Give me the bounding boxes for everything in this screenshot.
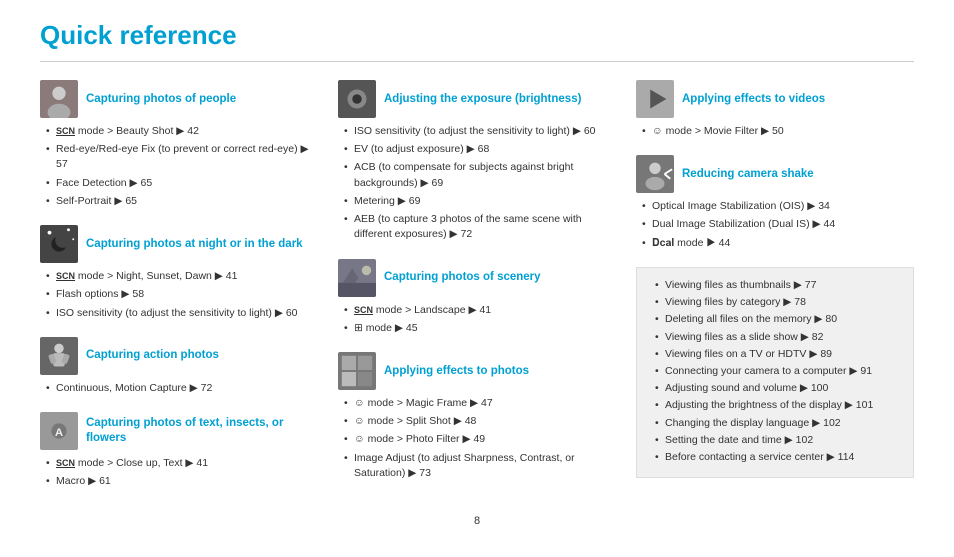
list-item: Optical Image Stabilization (OIS) ▶ 34: [642, 199, 914, 214]
list-item: ☺ mode > Photo Filter ▶ 49: [344, 432, 616, 447]
list-item: Face Detection ▶ 65: [46, 176, 318, 191]
column-1: Capturing photos of people SCN mode > Be…: [40, 80, 338, 505]
section-capturing-night: Capturing photos at night or in the dark…: [40, 225, 318, 321]
people-image: [40, 80, 78, 118]
section-header-effects-photos: Applying effects to photos: [338, 352, 616, 390]
list-item: Continuous, Motion Capture ▶ 72: [46, 381, 318, 396]
list-item: Before contacting a service center ▶ 114: [655, 450, 901, 465]
section-scenery: Capturing photos of scenery SCN mode > L…: [338, 259, 616, 336]
section-title-effects-photos: Applying effects to photos: [384, 364, 529, 379]
list-item: SCN mode > Landscape ▶ 41: [344, 303, 616, 318]
text-list: SCN mode > Close up, Text ▶ 41 Macro ▶ 6…: [40, 456, 318, 489]
section-exposure: Adjusting the exposure (brightness) ISO …: [338, 80, 616, 243]
section-header-camera-shake: Reducing camera shake: [636, 155, 914, 193]
exposure-list: ISO sensitivity (to adjust the sensitivi…: [338, 124, 616, 243]
section-capturing-action: Capturing action photos Continuous, Moti…: [40, 337, 318, 396]
info-box: Viewing files as thumbnails ▶ 77 Viewing…: [636, 267, 914, 478]
list-item: EV (to adjust exposure) ▶ 68: [344, 142, 616, 157]
list-item: ☺ mode > Split Shot ▶ 48: [344, 414, 616, 429]
section-effects-photos: Applying effects to photos ☺ mode > Magi…: [338, 352, 616, 481]
night-image: [40, 225, 78, 263]
list-item: Dual Image Stabilization (Dual IS) ▶ 44: [642, 217, 914, 232]
divider: [40, 61, 914, 62]
column-3: Applying effects to videos ☺ mode > Movi…: [636, 80, 914, 505]
section-title-night: Capturing photos at night or in the dark: [86, 237, 303, 252]
list-item: Flash options ▶ 58: [46, 287, 318, 302]
list-item: Macro ▶ 61: [46, 474, 318, 489]
scenery-list: SCN mode > Landscape ▶ 41 ⊞ mode ▶ 45: [338, 303, 616, 336]
night-list: SCN mode > Night, Sunset, Dawn ▶ 41 Flas…: [40, 269, 318, 321]
exposure-image: [338, 80, 376, 118]
people-list: SCN mode > Beauty Shot ▶ 42 Red-eye/Red-…: [40, 124, 318, 209]
section-capturing-people: Capturing photos of people SCN mode > Be…: [40, 80, 318, 209]
list-item: Changing the display language ▶ 102: [655, 416, 901, 431]
effects-videos-image: [636, 80, 674, 118]
list-item: Red-eye/Red-eye Fix (to prevent or corre…: [46, 142, 318, 172]
list-item: Setting the date and time ▶ 102: [655, 433, 901, 448]
action-image: [40, 337, 78, 375]
section-title-people: Capturing photos of people: [86, 92, 236, 107]
text-image: [40, 412, 78, 450]
section-header-people: Capturing photos of people: [40, 80, 318, 118]
camera-shake-image: [636, 155, 674, 193]
section-title-scenery: Capturing photos of scenery: [384, 270, 541, 285]
section-title-effects-videos: Applying effects to videos: [682, 92, 825, 107]
list-item: Deleting all files on the memory ▶ 80: [655, 312, 901, 327]
section-title-text: Capturing photos of text, insects, or fl…: [86, 416, 318, 446]
list-item: Adjusting the brightness of the display …: [655, 398, 901, 413]
camera-shake-list: Optical Image Stabilization (OIS) ▶ 34 D…: [636, 199, 914, 251]
section-header-text: Capturing photos of text, insects, or fl…: [40, 412, 318, 450]
list-item: SCN mode > Night, Sunset, Dawn ▶ 41: [46, 269, 318, 284]
section-header-exposure: Adjusting the exposure (brightness): [338, 80, 616, 118]
list-item: AEB (to capture 3 photos of the same sce…: [344, 212, 616, 242]
list-item: Connecting your camera to a computer ▶ 9…: [655, 364, 901, 379]
column-2: Adjusting the exposure (brightness) ISO …: [338, 80, 636, 505]
section-header-night: Capturing photos at night or in the dark: [40, 225, 318, 263]
section-title-camera-shake: Reducing camera shake: [682, 167, 814, 182]
list-item: ☺ mode > Magic Frame ▶ 47: [344, 396, 616, 411]
list-item: Viewing files on a TV or HDTV ▶ 89: [655, 347, 901, 362]
scenery-image: [338, 259, 376, 297]
list-item: Image Adjust (to adjust Sharpness, Contr…: [344, 451, 616, 481]
section-title-exposure: Adjusting the exposure (brightness): [384, 92, 581, 107]
list-item: SCN mode > Close up, Text ▶ 41: [46, 456, 318, 471]
effects-videos-list: ☺ mode > Movie Filter ▶ 50: [636, 124, 914, 139]
list-item: ACB (to compensate for subjects against …: [344, 160, 616, 190]
list-item: Viewing files as a slide show ▶ 82: [655, 330, 901, 345]
page-number: 8: [40, 515, 914, 527]
list-item: ☺ mode > Movie Filter ▶ 50: [642, 124, 914, 139]
action-list: Continuous, Motion Capture ▶ 72: [40, 381, 318, 396]
section-title-action: Capturing action photos: [86, 348, 219, 363]
list-item: Viewing files by category ▶ 78: [655, 295, 901, 310]
main-content: Capturing photos of people SCN mode > Be…: [40, 80, 914, 505]
list-item: Viewing files as thumbnails ▶ 77: [655, 278, 901, 293]
list-item: 𝐃𝐜𝐚𝐥 mode ▶ 44: [642, 236, 914, 251]
section-header-scenery: Capturing photos of scenery: [338, 259, 616, 297]
section-effects-videos: Applying effects to videos ☺ mode > Movi…: [636, 80, 914, 139]
section-camera-shake: Reducing camera shake Optical Image Stab…: [636, 155, 914, 251]
list-item: Metering ▶ 69: [344, 194, 616, 209]
list-item: ⊞ mode ▶ 45: [344, 321, 616, 336]
list-item: Self-Portrait ▶ 65: [46, 194, 318, 209]
page-title: Quick reference: [40, 20, 914, 51]
list-item: SCN mode > Beauty Shot ▶ 42: [46, 124, 318, 139]
list-item: ISO sensitivity (to adjust the sensitivi…: [46, 306, 318, 321]
section-header-effects-videos: Applying effects to videos: [636, 80, 914, 118]
info-box-list: Viewing files as thumbnails ▶ 77 Viewing…: [649, 278, 901, 465]
effects-photos-list: ☺ mode > Magic Frame ▶ 47 ☺ mode > Split…: [338, 396, 616, 481]
section-capturing-text: Capturing photos of text, insects, or fl…: [40, 412, 318, 489]
list-item: ISO sensitivity (to adjust the sensitivi…: [344, 124, 616, 139]
effects-photos-image: [338, 352, 376, 390]
section-header-action: Capturing action photos: [40, 337, 318, 375]
list-item: Adjusting sound and volume ▶ 100: [655, 381, 901, 396]
